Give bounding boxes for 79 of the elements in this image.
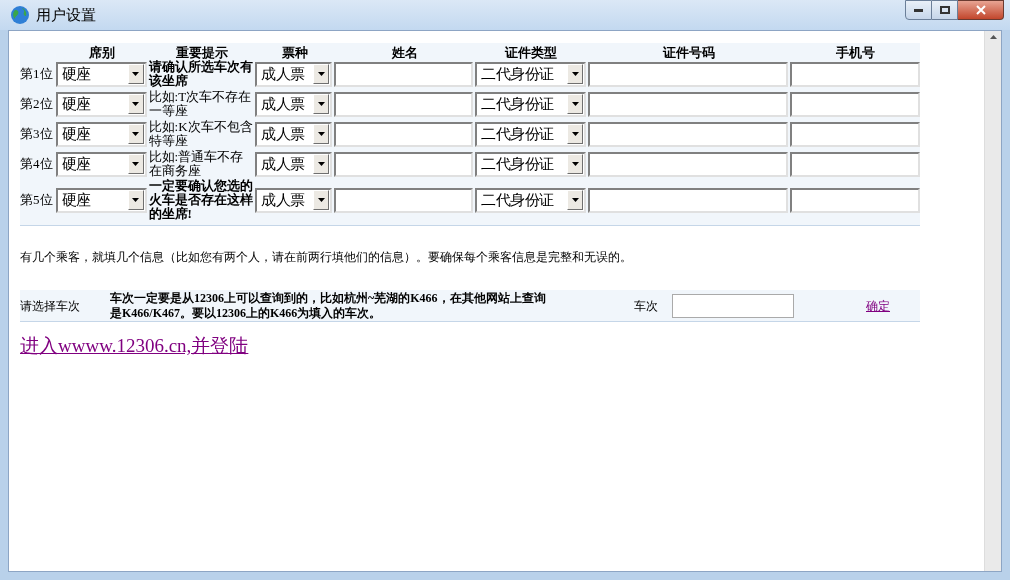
ticket-select[interactable]: 成人票: [255, 187, 333, 213]
seat-select[interactable]: 硬座: [55, 91, 147, 117]
caret-icon: [132, 162, 139, 166]
globe-icon: [10, 5, 30, 25]
window-title: 用户设置: [36, 5, 96, 25]
confirm-link[interactable]: 确定: [866, 296, 890, 315]
caret-icon: [571, 198, 579, 202]
phone-field[interactable]: [790, 61, 920, 87]
maximize-button[interactable]: [932, 0, 958, 20]
instruction-text: 有几个乘客，就填几个信息（比如您有两个人，请在前两行填他们的信息）。要确保每个乘客信息是完整和无误的。: [20, 249, 633, 266]
row-label: 第1位: [20, 65, 54, 84]
name-field[interactable]: [334, 91, 474, 117]
caret-icon: [317, 198, 325, 202]
caret-icon: [571, 162, 579, 166]
caret-icon: [317, 162, 325, 166]
seat-select[interactable]: 硬座: [55, 151, 147, 177]
hint-text: 比如:K次车不包含特等座: [148, 120, 254, 148]
id-number-field[interactable]: [588, 151, 788, 177]
row-label: 第3位: [20, 125, 54, 144]
seat-select[interactable]: 硬座: [55, 61, 147, 87]
ticket-select[interactable]: 成人票: [255, 61, 333, 87]
hint-text: 一定要确认您选的火车是否存在这样的坐席!: [148, 179, 254, 221]
minimize-button[interactable]: [905, 0, 932, 20]
column-header: 证件号码: [661, 46, 716, 59]
column-header: 票种: [281, 46, 310, 59]
row-label: 第4位: [20, 155, 54, 174]
caret-icon: [571, 132, 579, 136]
id-type-select[interactable]: 二代身份证: [475, 91, 586, 117]
caret-icon: [132, 198, 139, 202]
caret-icon: [571, 102, 579, 106]
name-field[interactable]: [334, 121, 474, 147]
phone-field[interactable]: [790, 151, 920, 177]
caret-icon: [317, 132, 325, 136]
train-hint: 车次一定要是从12306上可以查询到的，比如杭州~芜湖的K466，在其他网站上查询是K466/K467。要以12306上的K466为填入的车次。: [110, 290, 546, 321]
minimize-icon: [914, 8, 923, 12]
ticket-select[interactable]: 成人票: [255, 121, 333, 147]
row-label: 第2位: [20, 95, 54, 114]
column-header: 手机号: [835, 46, 877, 59]
train-label: 请选择车次: [20, 297, 81, 315]
name-field[interactable]: [334, 187, 474, 213]
id-type-select[interactable]: 二代身份证: [475, 187, 586, 213]
name-field[interactable]: [334, 151, 474, 177]
id-number-field[interactable]: [588, 91, 788, 117]
caret-icon: [132, 132, 139, 136]
seat-select[interactable]: 硬座: [55, 121, 147, 147]
column-header: 证件类型: [503, 46, 559, 59]
ticket-select[interactable]: 成人票: [255, 91, 333, 117]
id-type-select[interactable]: 二代身份证: [475, 61, 586, 87]
ticket-select[interactable]: 成人票: [255, 151, 333, 177]
hint-text: 比如:T次车不存在一等座: [148, 90, 253, 118]
maximize-icon: [939, 6, 950, 14]
scrollbar[interactable]: [984, 31, 1001, 571]
id-type-select[interactable]: 二代身份证: [475, 151, 586, 177]
column-header: 姓名: [390, 46, 419, 59]
scroll-up-icon: [989, 35, 997, 39]
id-number-field[interactable]: [588, 61, 788, 87]
phone-field[interactable]: [790, 121, 920, 147]
field-label: 车次: [634, 297, 658, 315]
phone-field[interactable]: [790, 91, 920, 117]
caret-icon: [317, 72, 325, 76]
close-button[interactable]: [958, 0, 1004, 20]
name-field[interactable]: [334, 61, 474, 87]
caret-icon: [571, 72, 579, 76]
train-field[interactable]: [672, 293, 794, 318]
seat-select[interactable]: 硬座: [55, 187, 147, 213]
phone-field[interactable]: [790, 187, 920, 213]
close-icon: [975, 5, 986, 15]
column-header: 重要提示: [175, 46, 228, 59]
hint-text: 比如:普通车不存在商务座: [148, 150, 245, 178]
login-link[interactable]: 进入wwww.12306.cn,并登陆: [20, 332, 249, 361]
column-header: 席别: [87, 46, 116, 59]
id-number-field[interactable]: [588, 187, 788, 213]
caret-icon: [317, 102, 325, 106]
caret-icon: [132, 102, 139, 106]
hint-text: 请确认所选车次有该坐席: [148, 60, 254, 88]
caret-icon: [132, 72, 139, 76]
row-label: 第5位: [20, 191, 54, 210]
id-type-select[interactable]: 二代身份证: [475, 121, 586, 147]
id-number-field[interactable]: [588, 121, 788, 147]
